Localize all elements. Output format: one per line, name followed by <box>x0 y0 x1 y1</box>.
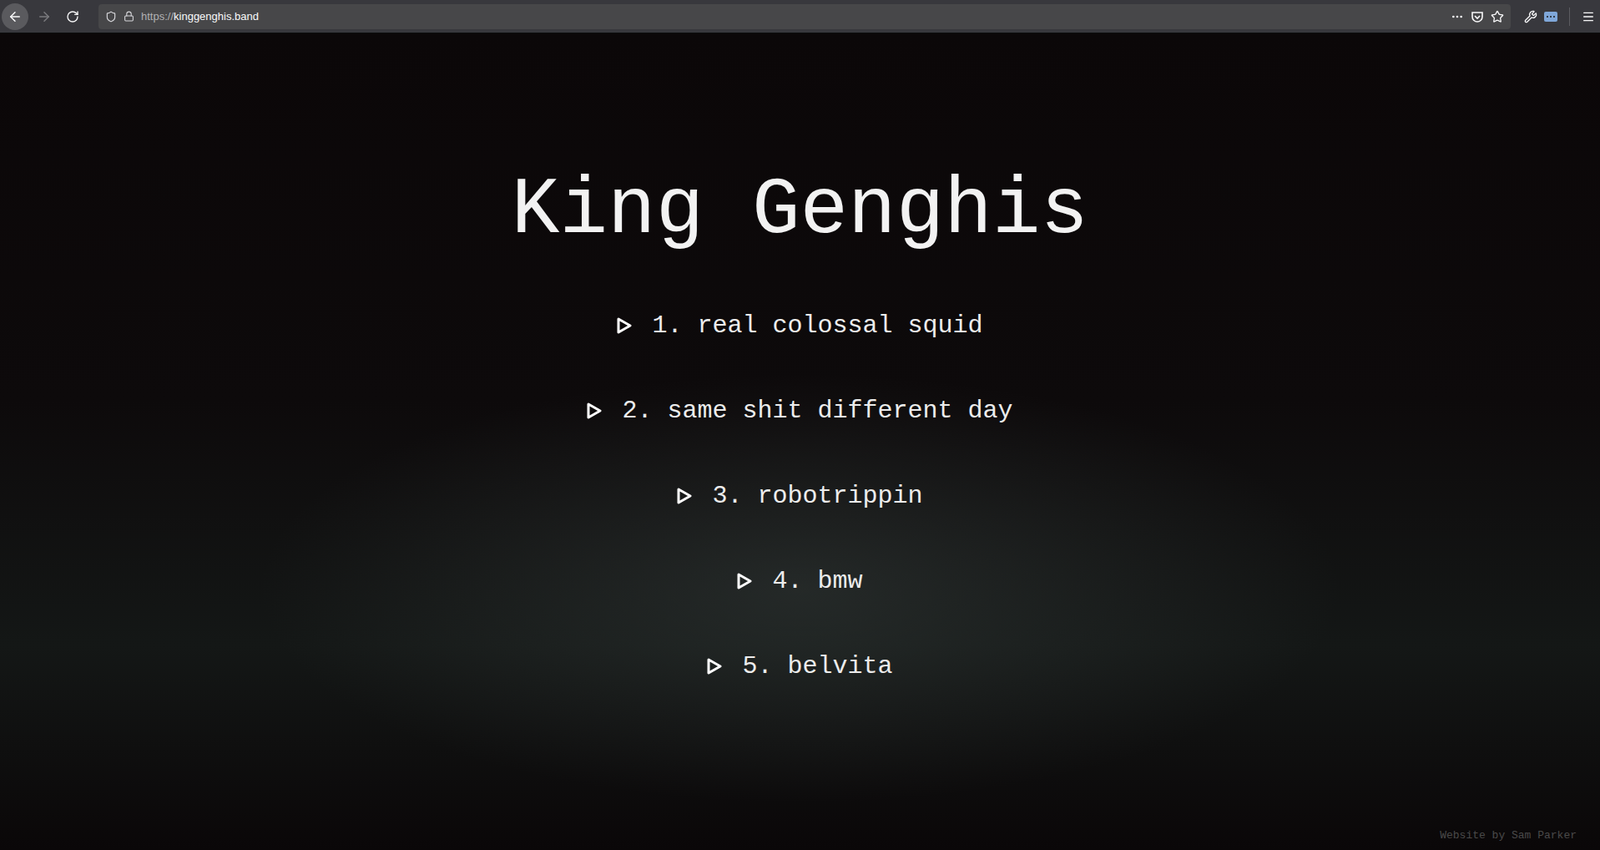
menu-icon[interactable] <box>1581 10 1595 24</box>
page: King Genghis 1. real colossal squid 2. sam… <box>0 33 1600 850</box>
url-scheme: https:// <box>141 10 174 23</box>
track-button[interactable]: 3. robotrippin <box>676 480 923 511</box>
track-button[interactable]: 2. same shit different day <box>586 395 1013 426</box>
track-label: 3. robotrippin <box>711 480 923 511</box>
browser-window: https://kinggenghis.band King Genghis 1. r… <box>0 0 1600 850</box>
track-label: 1. real colossal squid <box>651 310 983 341</box>
wrench-icon[interactable] <box>1524 10 1538 24</box>
track-list: 1. real colossal squid 2. same shit diffe… <box>586 310 1013 682</box>
play-icon <box>586 402 602 419</box>
browser-toolbar: https://kinggenghis.band <box>0 0 1600 34</box>
url-host: kinggenghis.band <box>173 10 259 23</box>
address-actions <box>1450 10 1505 24</box>
pocket-icon[interactable] <box>1470 10 1484 24</box>
more-icon[interactable] <box>1450 10 1464 24</box>
arrow-left-icon <box>7 9 23 25</box>
address-bar[interactable]: https://kinggenghis.band <box>98 4 1511 30</box>
play-icon <box>706 657 722 675</box>
track-button[interactable]: 1. real colossal squid <box>616 310 983 341</box>
shield-icon[interactable] <box>105 10 117 23</box>
extension-icon[interactable] <box>1544 11 1558 22</box>
track-button[interactable]: 5. belvita <box>706 651 893 682</box>
back-button[interactable] <box>1 3 29 31</box>
band-title: King Genghis <box>511 162 1089 259</box>
star-icon[interactable] <box>1490 10 1505 24</box>
track-label: 5. belvita <box>741 651 893 682</box>
lock-icon[interactable] <box>123 10 135 22</box>
play-icon <box>676 487 692 505</box>
track-label: 2. same shit different day <box>621 395 1013 426</box>
arrow-right-icon <box>36 9 52 25</box>
toolbar-separator <box>1569 7 1570 26</box>
track-button[interactable]: 4. bmw <box>736 565 863 596</box>
reload-button[interactable] <box>60 3 86 31</box>
url-text[interactable]: https://kinggenghis.band <box>141 10 1444 23</box>
toolbar-actions <box>1524 7 1595 26</box>
track-label: 4. bmw <box>772 565 863 596</box>
reload-icon <box>65 10 80 24</box>
play-icon <box>616 317 632 334</box>
credit: Website by Sam Parker <box>1439 828 1577 842</box>
play-icon <box>736 572 753 590</box>
forward-button[interactable] <box>31 3 57 31</box>
footer: Website by Sam Parker <box>0 681 1600 850</box>
